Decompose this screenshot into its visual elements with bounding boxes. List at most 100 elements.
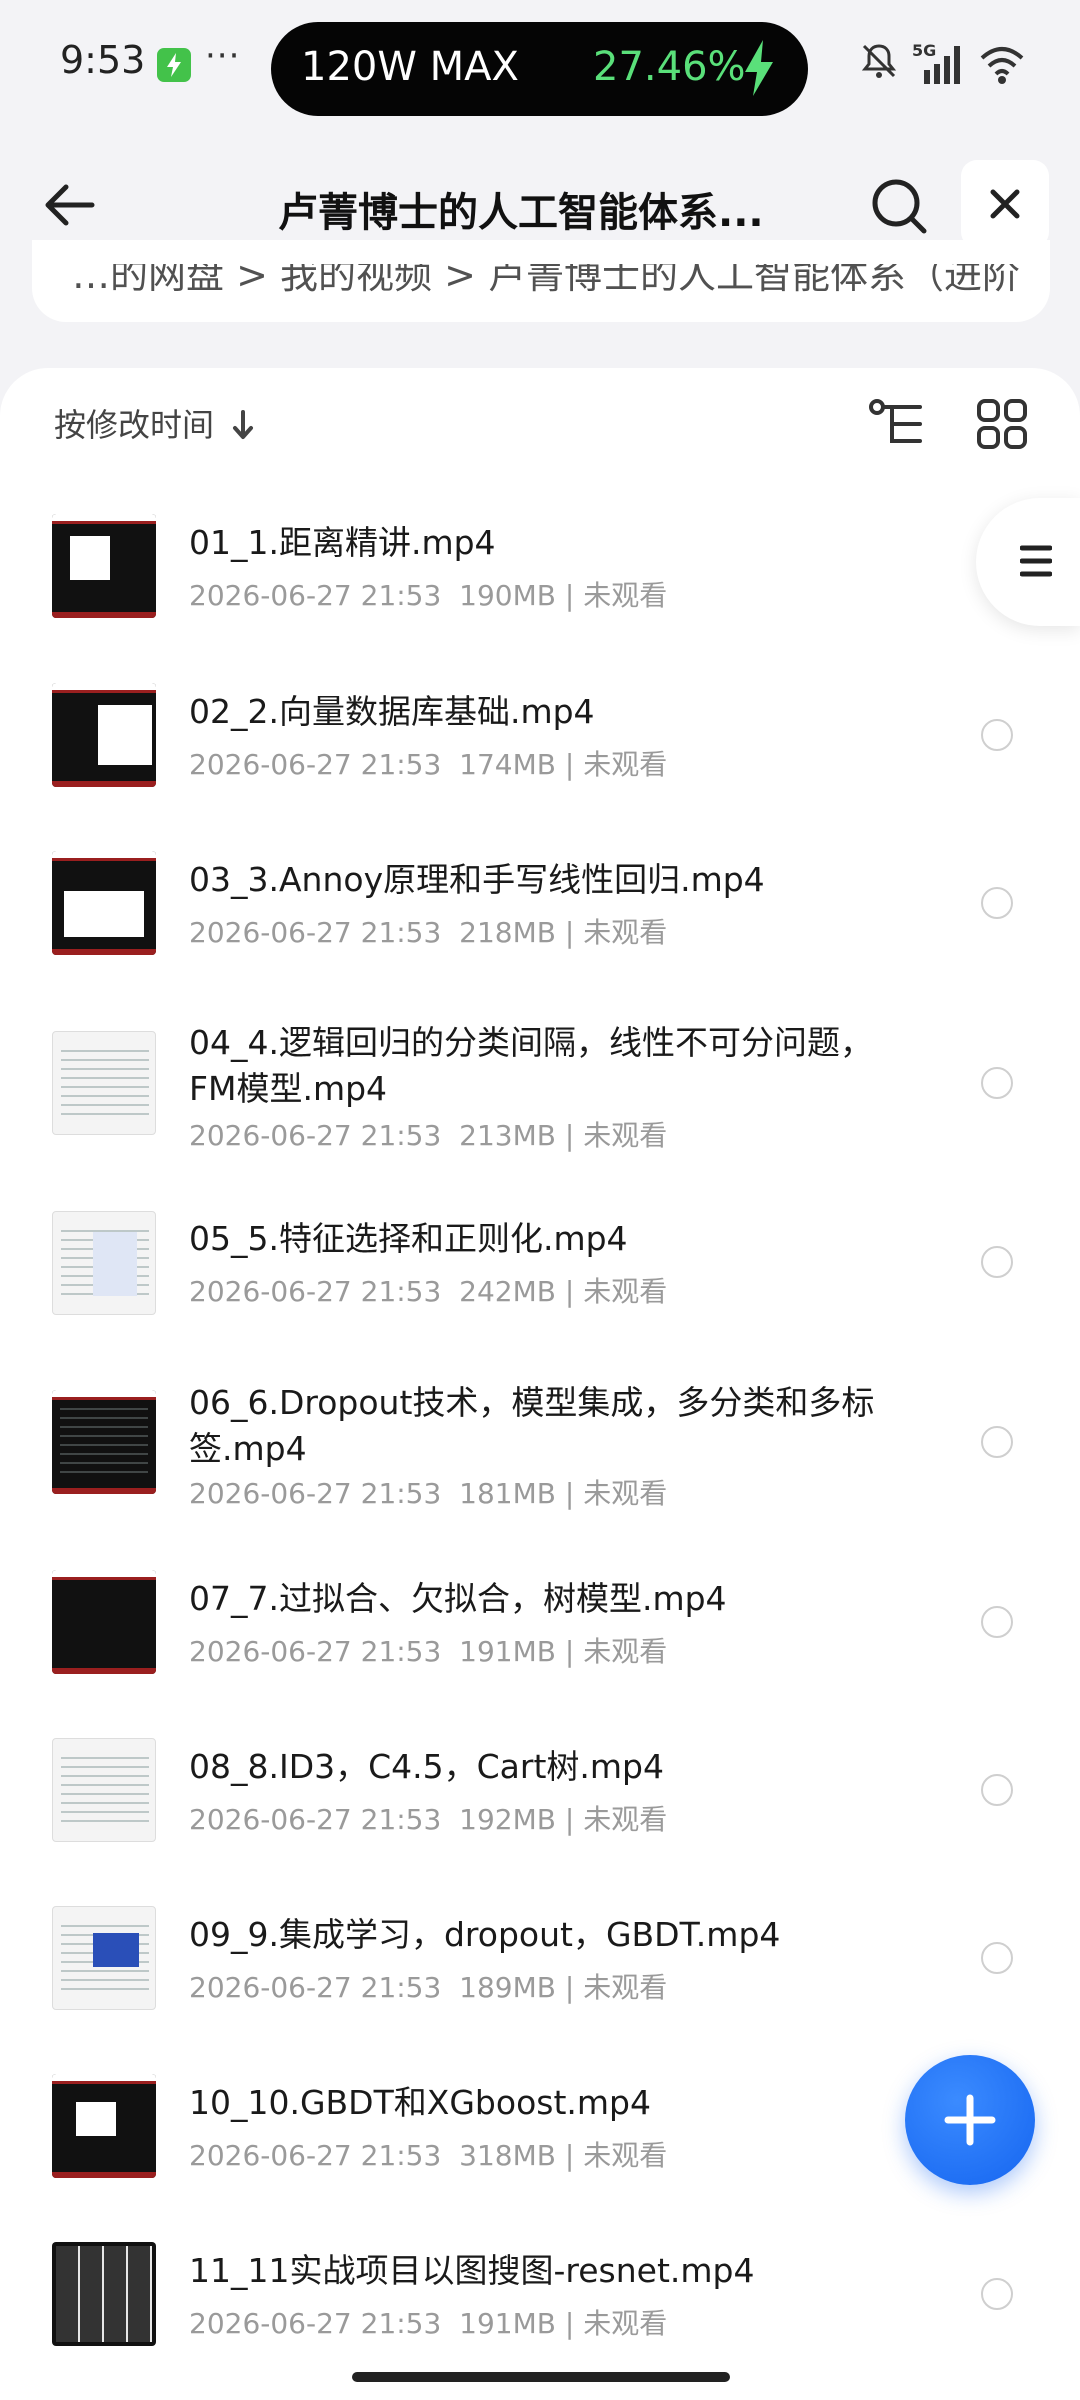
mute-icon (858, 40, 900, 86)
home-indicator[interactable] (352, 2372, 730, 2382)
select-radio[interactable] (981, 1774, 1013, 1806)
menu-lines-icon (1020, 545, 1052, 577)
select-radio[interactable] (981, 1067, 1013, 1099)
watch-status: 未观看 (583, 748, 668, 781)
plus-icon (944, 2094, 996, 2146)
file-meta: 2026-06-27 21:53 174MB | 未观看 (189, 748, 668, 781)
watch-status: 未观看 (583, 1635, 668, 1668)
file-size: 181MB (459, 1477, 556, 1510)
file-date: 2026-06-27 21:53 (189, 1971, 442, 2004)
video-thumbnail (52, 1906, 156, 2010)
file-size: 218MB (459, 916, 556, 949)
file-date: 2026-06-27 21:53 (189, 1477, 442, 1510)
file-size: 213MB (459, 1119, 556, 1152)
watch-status: 未观看 (583, 2307, 668, 2340)
file-meta: 2026-06-27 21:53 213MB | 未观看 (189, 1119, 668, 1152)
video-thumbnail (52, 851, 156, 955)
file-name: 06_6.Dropout技术，模型集成，多分类和多标签.mp4 (189, 1383, 875, 1468)
battery-charging-icon (157, 48, 191, 82)
file-meta: 2026-06-27 21:53 191MB | 未观看 (189, 1635, 668, 1668)
file-name: 07_7.过拟合、欠拟合，树模型.mp4 (189, 1579, 727, 1618)
file-name: 01_1.距离精讲.mp4 (189, 523, 496, 562)
file-date: 2026-06-27 21:53 (189, 2139, 442, 2172)
watch-status: 未观看 (583, 916, 668, 949)
watch-status: 未观看 (583, 579, 668, 612)
file-name: 09_9.集成学习，dropout，GBDT.mp4 (189, 1915, 781, 1954)
select-radio[interactable] (981, 1426, 1013, 1458)
file-name: 04_4.逻辑回归的分类间隔，线性不可分问题，FM模型.mp4 (189, 1023, 873, 1108)
charge-label: 120W MAX (301, 44, 519, 90)
wifi-icon (978, 40, 1026, 90)
search-icon[interactable] (868, 175, 930, 237)
file-date: 2026-06-27 21:53 (189, 1803, 442, 1836)
watch-status: 未观看 (583, 1971, 668, 2004)
video-thumbnail (52, 1738, 156, 1842)
signal-5g-icon: 5G (910, 40, 966, 90)
file-date: 2026-06-27 21:53 (189, 1275, 442, 1308)
grid-view-icon[interactable] (976, 398, 1028, 450)
breadcrumb-text: …的网盘 > 我的视频 > 卢菁博士的人工智能体系（进阶 (72, 253, 1020, 297)
status-more-dots: ··· (205, 36, 241, 76)
file-size: 192MB (459, 1803, 556, 1836)
file-meta: 2026-06-27 21:53 189MB | 未观看 (189, 1971, 668, 2004)
file-size: 174MB (459, 748, 556, 781)
file-date: 2026-06-27 21:53 (189, 1119, 442, 1152)
select-radio[interactable] (981, 1246, 1013, 1278)
video-thumbnail (52, 1390, 156, 1494)
file-meta: 2026-06-27 21:53 190MB | 未观看 (189, 579, 668, 612)
charge-percent: 27.46% (593, 44, 746, 90)
add-button[interactable] (905, 2055, 1035, 2185)
file-meta: 2026-06-27 21:53 191MB | 未观看 (189, 2307, 668, 2340)
watch-status: 未观看 (583, 2139, 668, 2172)
video-thumbnail (52, 1031, 156, 1135)
file-meta: 2026-06-27 21:53 242MB | 未观看 (189, 1275, 668, 1308)
video-thumbnail (52, 1570, 156, 1674)
sort-down-arrow-icon[interactable] (232, 410, 254, 444)
select-radio[interactable] (981, 2278, 1013, 2310)
status-icons: 5G (858, 40, 1028, 90)
file-date: 2026-06-27 21:53 (189, 2307, 442, 2340)
video-thumbnail (52, 2074, 156, 2178)
file-size: 189MB (459, 1971, 556, 2004)
file-meta: 2026-06-27 21:53 181MB | 未观看 (189, 1477, 668, 1510)
file-name: 10_10.GBDT和XGboost.mp4 (189, 2083, 651, 2122)
file-date: 2026-06-27 21:53 (189, 1635, 442, 1668)
file-name: 02_2.向量数据库基础.mp4 (189, 692, 595, 731)
file-size: 190MB (459, 579, 556, 612)
charge-pill: 120W MAX 27.46% (271, 22, 808, 116)
file-size: 242MB (459, 1275, 556, 1308)
svg-text:5G: 5G (912, 41, 936, 60)
file-date: 2026-06-27 21:53 (189, 748, 442, 781)
select-radio[interactable] (981, 1606, 1013, 1638)
watch-status: 未观看 (583, 1477, 668, 1510)
file-size: 318MB (459, 2139, 556, 2172)
back-arrow-icon[interactable] (40, 175, 100, 235)
select-radio[interactable] (981, 887, 1013, 919)
file-date: 2026-06-27 21:53 (189, 916, 442, 949)
watch-status: 未观看 (583, 1275, 668, 1308)
file-name: 05_5.特征选择和正则化.mp4 (189, 1219, 628, 1258)
close-button[interactable] (961, 160, 1049, 248)
file-name: 08_8.ID3，C4.5，Cart树.mp4 (189, 1747, 664, 1786)
breadcrumb[interactable]: …的网盘 > 我的视频 > 卢菁博士的人工智能体系（进阶 (32, 240, 1050, 322)
file-meta: 2026-06-27 21:53 318MB | 未观看 (189, 2139, 668, 2172)
file-size: 191MB (459, 1635, 556, 1668)
video-thumbnail (52, 683, 156, 787)
video-thumbnail (52, 514, 156, 618)
file-name: 11_11实战项目以图搜图-resnet.mp4 (189, 2251, 755, 2290)
video-thumbnail (52, 1211, 156, 1315)
video-thumbnail (52, 2242, 156, 2346)
charge-bolt-icon (741, 40, 777, 100)
select-radio[interactable] (981, 719, 1013, 751)
sort-button[interactable]: 按修改时间 (54, 400, 214, 446)
file-date: 2026-06-27 21:53 (189, 579, 442, 612)
file-name: 03_3.Annoy原理和手写线性回归.mp4 (189, 860, 765, 899)
select-radio[interactable] (981, 1942, 1013, 1974)
status-time: 9:53 (60, 38, 146, 82)
file-size: 191MB (459, 2307, 556, 2340)
close-icon (990, 189, 1020, 219)
page-title: 卢菁博士的人工智能体系... (278, 190, 764, 236)
watch-status: 未观看 (583, 1119, 668, 1152)
tree-view-icon[interactable] (868, 398, 924, 450)
file-meta: 2026-06-27 21:53 218MB | 未观看 (189, 916, 668, 949)
